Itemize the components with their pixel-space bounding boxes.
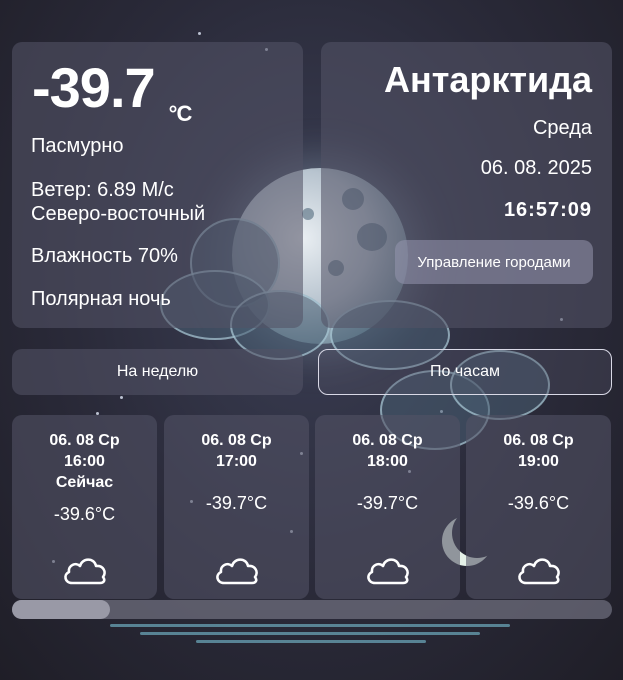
hourly-forecast-card: 06. 08 Ср 18:00 -39.7°C	[315, 415, 460, 599]
tab-hourly[interactable]: По часам	[318, 349, 612, 395]
hourly-forecast-card: 06. 08 Ср 19:00 -39.6°C	[466, 415, 611, 599]
hourly-forecast-card: 06. 08 Ср 16:00 Сейчас -39.6°C	[12, 415, 157, 599]
location-card: Антарктида Среда 06. 08. 2025 16:57:09 У…	[321, 42, 612, 328]
forecast-date: 06. 08 Ср	[503, 432, 574, 449]
wind-speed: Ветер: 6.89 М/с	[31, 179, 174, 201]
forecast-temperature: -39.6°C	[53, 504, 116, 524]
forecast-date: 06. 08 Ср	[201, 432, 272, 449]
forecast-temperature: -39.7°C	[356, 493, 419, 513]
cloud-icon	[63, 558, 106, 585]
current-temperature: -39.7 °C	[32, 56, 192, 127]
forecast-time: 18:00	[367, 453, 408, 470]
forecast-date: 06. 08 Ср	[49, 432, 120, 449]
forecast-now-label: Сейчас	[55, 474, 114, 491]
hourly-forecast-card: 06. 08 Ср 17:00 -39.7°C	[164, 415, 309, 599]
manage-cities-button[interactable]: Управление городами	[395, 240, 593, 284]
hourly-scrollbar[interactable]	[12, 600, 612, 619]
weather-condition: Пасмурно	[31, 135, 124, 157]
cloud-icon	[517, 558, 560, 585]
humidity: Влажность 70%	[31, 245, 178, 267]
cloud-icon	[215, 558, 258, 585]
forecast-temperature: -39.6°C	[507, 493, 570, 513]
temperature-value: -39.7	[32, 56, 156, 119]
forecast-time: 17:00	[216, 453, 257, 470]
cloud-icon	[366, 558, 409, 585]
temperature-unit: °C	[168, 101, 193, 126]
date: 06. 08. 2025	[480, 157, 592, 179]
clock-time: 16:57:09	[503, 199, 592, 221]
current-weather-card: -39.7 °C Пасмурно Ветер: 6.89 М/с Северо-…	[12, 42, 303, 328]
city-name: Антарктида	[383, 59, 592, 100]
phenomenon: Полярная ночь	[31, 288, 171, 310]
wind-direction: Северо-восточный	[31, 203, 206, 225]
forecast-time: 19:00	[518, 453, 559, 470]
forecast-temperature: -39.7°C	[205, 493, 268, 513]
weekday: Среда	[532, 117, 592, 139]
forecast-date: 06. 08 Ср	[352, 432, 423, 449]
scrollbar-thumb[interactable]	[12, 600, 110, 619]
forecast-time: 16:00	[64, 453, 105, 470]
tab-weekly[interactable]: На неделю	[12, 349, 303, 395]
